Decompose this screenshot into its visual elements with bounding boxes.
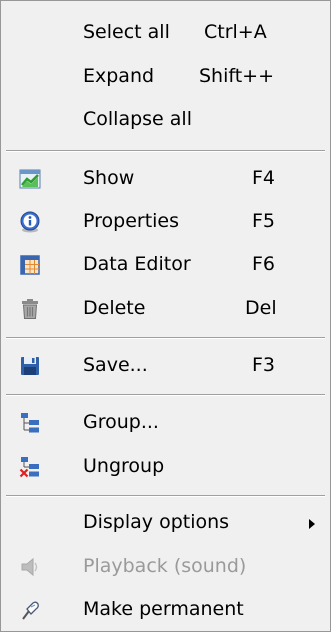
floppy-disk-icon — [19, 355, 41, 377]
menu-item-shortcut: Del — [245, 297, 277, 319]
menu-item-delete[interactable]: Delete Del — [1, 291, 330, 327]
menu-item-group[interactable]: Group... — [1, 405, 330, 441]
menu-item-label: Make permanent — [83, 598, 244, 620]
menu-item-shortcut: Ctrl+A — [204, 21, 267, 43]
menu-item-shortcut: Shift++ — [199, 65, 275, 87]
menu-item-ungroup[interactable]: Ungroup — [1, 449, 330, 485]
menu-item-label: Ungroup — [83, 455, 165, 477]
menu-item-shortcut: F6 — [252, 253, 276, 275]
menu-item-make-permanent[interactable]: Make permanent — [1, 592, 330, 628]
menu-item-expand[interactable]: Expand Shift++ — [1, 59, 330, 95]
menu-separator — [6, 394, 325, 396]
menu-item-label: Data Editor — [83, 253, 191, 275]
menu-separator — [6, 150, 325, 152]
group-icon — [19, 412, 41, 434]
menu-item-shortcut: F3 — [252, 354, 276, 376]
menu-item-label: Show — [83, 167, 135, 189]
menu-separator — [6, 337, 325, 339]
menu-item-label: Expand — [83, 65, 155, 87]
submenu-arrow-icon — [309, 519, 315, 529]
pin-icon — [19, 599, 41, 621]
menu-item-label: Save... — [83, 354, 148, 376]
table-icon — [19, 254, 41, 276]
menu-item-label: Properties — [83, 210, 180, 232]
menu-item-label: Delete — [83, 297, 146, 319]
menu-item-select-all[interactable]: Select all Ctrl+A — [1, 15, 330, 51]
menu-item-shortcut: F5 — [252, 210, 276, 232]
menu-item-label: Select all — [83, 21, 170, 43]
menu-item-data-editor[interactable]: Data Editor F6 — [1, 247, 330, 283]
menu-item-properties[interactable]: Properties F5 — [1, 204, 330, 240]
menu-item-collapse-all[interactable]: Collapse all — [1, 102, 330, 138]
ungroup-icon — [19, 456, 41, 478]
menu-item-display-options[interactable]: Display options — [1, 505, 330, 541]
menu-item-label: Display options — [83, 511, 230, 533]
speaker-icon — [19, 556, 41, 578]
info-icon — [19, 211, 41, 233]
trash-icon — [19, 298, 41, 320]
menu-item-label: Collapse all — [83, 108, 192, 130]
chart-icon — [19, 168, 41, 190]
menu-item-shortcut: F4 — [252, 167, 276, 189]
menu-item-label: Playback (sound) — [83, 555, 247, 577]
menu-separator — [6, 495, 325, 497]
menu-item-save[interactable]: Save... F3 — [1, 348, 330, 384]
menu-item-playback-sound: Playback (sound) — [1, 549, 330, 585]
menu-item-label: Group... — [83, 411, 159, 433]
menu-item-show[interactable]: Show F4 — [1, 161, 330, 197]
context-menu: Select all Ctrl+A Expand Shift++ Collaps… — [0, 0, 331, 632]
